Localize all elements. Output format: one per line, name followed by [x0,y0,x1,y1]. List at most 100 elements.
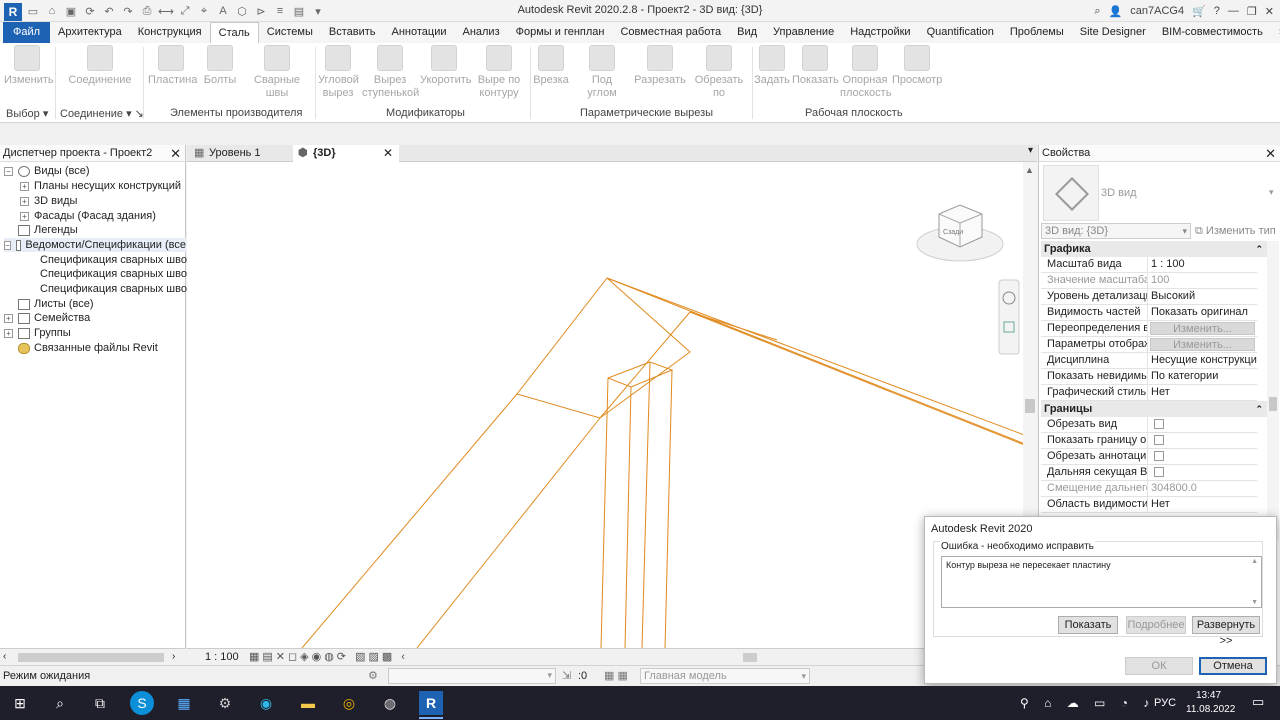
scroll-up-icon[interactable]: ▲ [1251,558,1258,565]
ok-button[interactable]: ОК [1125,657,1193,675]
tab-systems[interactable]: Системы [259,22,321,43]
tree-item-3d-views[interactable]: +3D виды [20,194,77,208]
tree-item-weld-schedule-2[interactable]: Спецификация сварных швов 2 [40,267,202,281]
calculator-icon[interactable]: ▦ [172,691,196,715]
tree-item-groups[interactable]: + Группы [4,326,71,340]
tab-analyze[interactable]: Анализ [454,22,507,43]
help-icon[interactable]: ? [1214,5,1220,17]
prop-value[interactable] [1148,433,1257,448]
scroll-thumb[interactable] [1025,399,1035,413]
switch-windows-icon[interactable]: ▤ [291,3,307,19]
cope-button[interactable]: Вырез ступенькой [362,45,419,100]
skype-icon[interactable]: S [130,691,154,715]
sync-icon[interactable]: ⟳ [82,3,98,19]
close-icon[interactable]: ✕ [1265,145,1276,162]
cut-by-button[interactable]: Обрезать по [688,45,750,100]
tab-bim[interactable]: BIM-совместимость [1154,22,1271,43]
prop-value[interactable]: Нет [1148,385,1257,400]
tab-massing[interactable]: Формы и генплан [508,22,613,43]
prop-row[interactable]: Масштаб вида 1 : 100 [1041,257,1257,273]
prop-row[interactable]: Видимость частей Показать оригинал [1041,305,1257,321]
annotation-crop-checkbox[interactable] [1154,451,1164,461]
scroll-thumb[interactable] [18,653,164,662]
scroll-thumb[interactable] [1269,397,1277,411]
scroll-left-icon[interactable]: ‹ [3,651,6,662]
design-options-icon[interactable]: ▦ ▦ [604,669,628,682]
tree-item-revit-links[interactable]: Связанные файлы Revit [18,341,158,355]
prop-row[interactable]: Показать границу о [1041,433,1257,449]
user-icon[interactable]: 👤 [1109,5,1123,18]
user-name[interactable]: can7ACG4 [1130,5,1184,17]
type-dropdown-icon[interactable]: ▾ [1269,187,1274,198]
search-icon[interactable]: ⌕ [48,691,72,715]
plate-button[interactable]: Пластина [148,45,197,87]
browser-scrollbar[interactable]: ‹ › [0,648,186,665]
windows-start-icon[interactable]: ⊞ [8,691,32,715]
prop-row[interactable]: Параметры отображ Изменить... [1041,337,1257,353]
prop-value[interactable]: 1 : 100 [1148,257,1257,272]
cut-through-button[interactable]: Разрезать [634,45,686,87]
prop-row[interactable]: Дисциплина Несущие конструкции [1041,353,1257,369]
prop-value[interactable] [1148,465,1257,480]
tab-file[interactable]: Файл [3,22,51,43]
modify-button[interactable]: Изменить [4,45,54,87]
contour-cut-button[interactable]: Выре по контуру [472,45,526,100]
set-workplane-button[interactable]: Задать [754,45,790,87]
tree-item-views[interactable]: − Виды (все) [4,164,90,178]
panel-select[interactable]: Выбор ▾ [6,107,48,120]
folder-icon[interactable]: ⌂ [44,3,60,19]
tool-icon[interactable]: ⚙ [213,691,237,715]
error-message-box[interactable]: Контур выреза не пересекает пластину ▲ ▼ [941,556,1262,608]
ribbon-overflow-icon[interactable]: » [1271,22,1280,43]
3d-view-icon[interactable]: ⬡ [234,3,250,19]
scroll-up-icon[interactable]: ▲ [1025,165,1034,175]
prop-value[interactable]: По категории [1148,369,1257,384]
collapse-icon[interactable]: ⌃ [1255,241,1263,257]
workset-icon[interactable]: ⚙ [368,669,378,682]
tab-insert[interactable]: Вставить [321,22,384,43]
show-button[interactable]: Показать [1058,616,1118,634]
search-icon[interactable]: ⌕ [1094,5,1100,18]
print-icon[interactable]: ⎙ [139,3,155,19]
tab-steel[interactable]: Сталь [209,22,259,43]
close-button[interactable]: ✕ [1265,5,1274,18]
notifications-icon[interactable]: ▭ [1252,694,1264,710]
save-icon[interactable]: ▣ [63,3,79,19]
dimension-icon[interactable]: ⤢ [177,3,193,19]
minimize-button[interactable]: — [1228,5,1239,17]
connection-button[interactable]: Соединение [66,45,134,87]
restore-button[interactable]: ❐ [1247,5,1257,18]
edit-display-button[interactable]: Изменить... [1150,338,1255,351]
scroll-right-icon[interactable]: › [172,651,175,662]
clock-date[interactable]: 11.08.2022 [1186,704,1235,715]
clock-time[interactable]: 13:47 [1196,690,1221,701]
close-tab-icon[interactable]: ✕ [383,145,393,162]
app-icon[interactable]: ◍ [378,691,402,715]
tab-architecture[interactable]: Архитектура [50,22,130,43]
thin-lines-icon[interactable]: ≡ [272,3,288,19]
undo-icon[interactable]: ↶ [101,3,117,19]
tag-icon[interactable]: ⌖ [196,3,212,19]
prop-row[interactable]: Показать невидимы По категории [1041,369,1257,385]
scroll-down-icon[interactable]: ▼ [1251,599,1258,606]
redo-icon[interactable]: ↷ [120,3,136,19]
model-dropdown[interactable]: Главная модель ▾ [640,668,810,684]
3d-viewport[interactable]: Сзади ▲ [187,162,1037,649]
expand-button[interactable]: Развернуть >> [1192,616,1260,647]
far-clip-checkbox[interactable] [1154,467,1164,477]
expand-icon[interactable]: + [20,196,29,206]
bolts-button[interactable]: Болты [200,45,240,87]
section-icon[interactable]: ⊳ [253,3,269,19]
prop-row[interactable]: Графический стиль Нет [1041,385,1257,401]
edit-type-button[interactable]: ⧉ Изменить тип [1195,223,1276,239]
collapse-icon[interactable]: − [4,240,11,250]
prop-row[interactable]: Переопределения в Изменить... [1041,321,1257,337]
more-info-button[interactable]: Подробнее [1126,616,1186,634]
panel-connection[interactable]: Соединение ▾ ↘ [60,107,144,120]
tray-icons[interactable]: ⚲ ⌂ ☁ ▭ ◔ ♪ [1020,696,1155,710]
prop-row[interactable]: Обрезать вид [1041,417,1257,433]
view-scroll-thumb[interactable] [743,653,757,662]
instance-selector[interactable]: 3D вид: {3D} ▾ [1041,223,1191,239]
expand-icon[interactable]: + [20,211,29,221]
language-indicator[interactable]: РУС [1154,697,1176,709]
